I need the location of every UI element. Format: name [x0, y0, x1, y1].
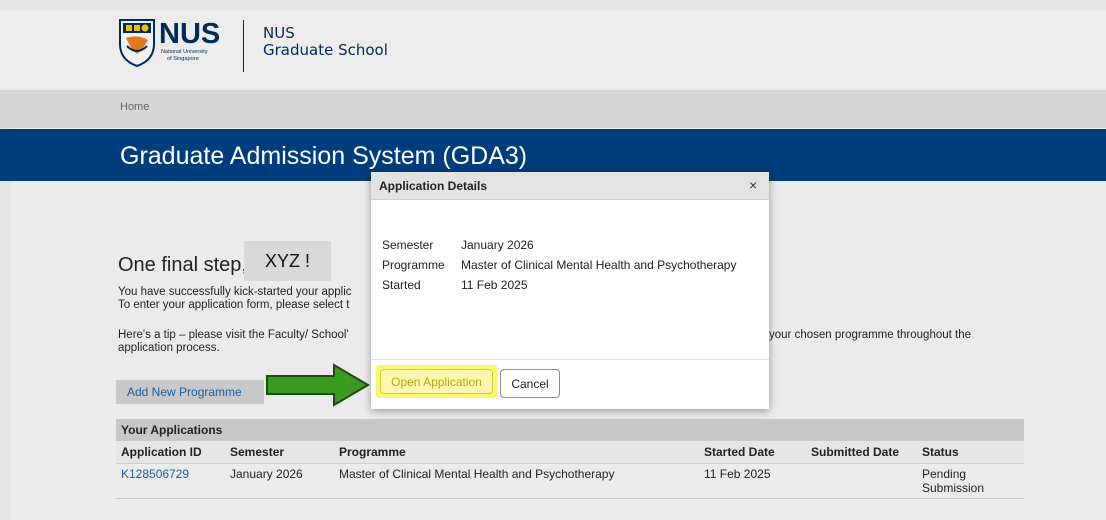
applications-table-caption: Your Applications: [121, 423, 223, 437]
cancel-button[interactable]: Cancel: [500, 369, 560, 398]
row-status-line2: Submission: [922, 481, 985, 495]
applications-table-caption-bar: [116, 419, 1024, 441]
tip-line-1-continued: your chosen programme throughout the: [769, 329, 972, 341]
field-label-started: Started: [382, 278, 421, 292]
school-name: NUS Graduate School: [263, 25, 388, 59]
field-label-programme: Programme: [382, 258, 445, 272]
field-value-programme: Master of Clinical Mental Health and Psy…: [461, 258, 737, 272]
intro-line-2: To enter your application form, please s…: [118, 299, 350, 311]
page-title: Graduate Admission System (GDA3): [120, 142, 528, 170]
school-name-line1: NUS: [263, 24, 295, 42]
modal-footer-divider: [371, 359, 769, 360]
column-header-programme: Programme: [339, 445, 406, 459]
column-header-started-date: Started Date: [704, 445, 775, 459]
field-value-started: 11 Feb 2025: [461, 278, 528, 292]
intro-line-1: You have successfully kick-started your …: [118, 286, 352, 298]
application-id-link[interactable]: K128506729: [121, 467, 189, 481]
row-programme: Master of Clinical Mental Health and Psy…: [339, 467, 615, 481]
tip-line-2: application process.: [118, 342, 220, 354]
column-header-application-id: Application ID: [121, 445, 202, 459]
tip-line-1: Here's a tip – please visit the Faculty/…: [118, 329, 349, 341]
row-status: Pending Submission: [922, 467, 984, 495]
row-semester: January 2026: [230, 467, 303, 481]
school-name-line2: Graduate School: [263, 41, 388, 59]
logo-subtitle-line1: National University: [161, 49, 208, 55]
user-name-badge: XYZ !: [244, 241, 331, 281]
open-application-button[interactable]: Open Application: [380, 369, 493, 394]
field-value-semester: January 2026: [461, 238, 534, 252]
row-started-date: 11 Feb 2025: [704, 467, 771, 481]
column-header-submitted-date: Submitted Date: [811, 445, 900, 459]
field-label-semester: Semester: [382, 238, 434, 252]
header-divider: [243, 20, 244, 72]
column-header-semester: Semester: [230, 445, 285, 459]
breadcrumb-home[interactable]: Home: [120, 101, 149, 113]
svg-text:NUS: NUS: [159, 18, 220, 50]
add-new-programme-button[interactable]: Add New Programme: [116, 380, 264, 404]
modal-title: Application Details: [379, 179, 488, 193]
close-icon[interactable]: ×: [749, 177, 757, 193]
breadcrumb-bar: [0, 90, 1106, 128]
green-arrow-annotation: [266, 363, 370, 407]
greeting-text: One final step,: [118, 254, 247, 276]
table-row-divider: [116, 498, 1024, 499]
row-status-line1: Pending: [922, 467, 967, 481]
column-header-status: Status: [922, 445, 959, 459]
logo-subtitle-line2: of Singapore: [167, 56, 199, 62]
application-details-modal: Application Details × Semester January 2…: [371, 172, 769, 409]
nus-logo[interactable]: NUS National University of Singapore: [117, 16, 233, 72]
